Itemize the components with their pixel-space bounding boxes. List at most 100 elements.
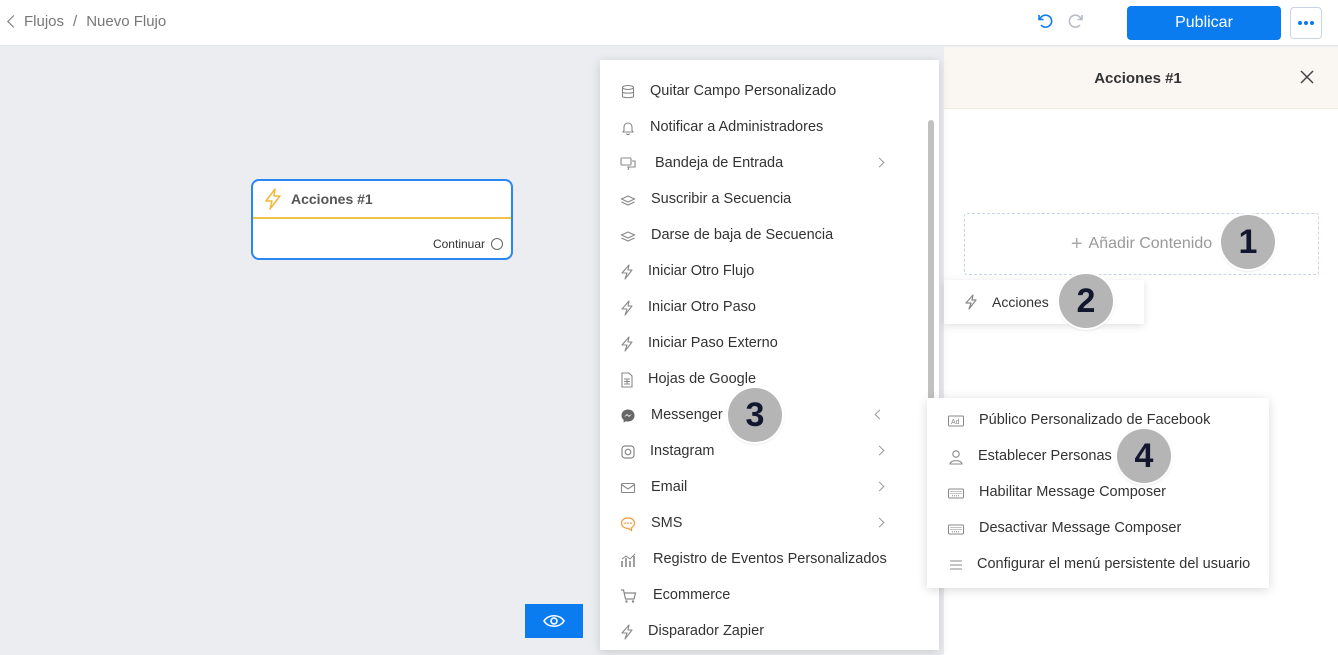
keyboard-icon [947,521,965,537]
database-icon [620,84,636,100]
menu-item-label: Bandeja de Entrada [655,155,784,171]
more-options-button[interactable] [1290,7,1322,39]
annotation-badge-1: 1 [1221,215,1275,269]
node-header: Acciones #1 [253,181,511,219]
submenu-item-menu-persistente[interactable]: Configurar el menú persistente del usuar… [927,547,1269,583]
messenger-icon [620,408,636,424]
breadcrumb-separator: / [73,13,78,30]
node-title: Acciones #1 [291,191,373,207]
breadcrumb: Flujos / Nuevo Flujo [4,13,166,30]
chevron-right-icon [874,157,885,168]
person-icon [947,449,965,465]
menu-item-label: Suscribir a Secuencia [651,191,792,207]
submenu-item-habilitar-composer[interactable]: Habilitar Message Composer [927,475,1269,511]
menu-item-label: Instagram [650,443,715,459]
panel-header: Acciones #1 [944,47,1338,109]
submenu-item-establecer-personas[interactable]: Establecer Personas [927,439,1269,475]
lightning-icon [964,294,978,310]
flow-node-actions[interactable]: Acciones #1 Continuar [251,179,513,260]
menu-item-label: SMS [651,515,683,531]
panel-title: Acciones #1 [1094,70,1182,87]
submenu-item-desactivar-composer[interactable]: Desactivar Message Composer [927,511,1269,547]
menu-item-label: Registro de Eventos Personalizados [653,551,887,567]
instagram-icon [620,444,636,460]
top-bar: Flujos / Nuevo Flujo Publicar [0,0,1338,46]
menu-item-registro-eventos[interactable]: Registro de Eventos Personalizados [600,542,939,578]
menu-item-label: Disparador Zapier [648,623,765,639]
menu-item-label: Quitar Campo Personalizado [650,83,837,99]
breadcrumb-parent[interactable]: Flujos [24,13,64,30]
actions-popup[interactable]: Acciones [944,280,1144,324]
chat-bubbles-icon [620,156,636,172]
publish-button[interactable]: Publicar [1127,6,1281,40]
chevron-right-icon [874,517,885,528]
menu-item-label: Ecommerce [653,587,731,603]
menu-item-ecommerce[interactable]: Ecommerce [600,578,939,614]
sheet-icon [620,372,636,388]
chevron-left-icon [874,409,885,420]
dot [1298,21,1302,25]
menu-item-suscribir[interactable]: Suscribir a Secuencia [600,182,939,218]
submenu-item-publico-facebook[interactable]: Ad Público Personalizado de Facebook [927,403,1269,439]
connector-handle[interactable] [491,238,503,250]
menu-item-instagram[interactable]: Instagram [600,434,939,470]
submenu-item-label: Desactivar Message Composer [979,520,1182,536]
lightning-icon [620,300,636,316]
annotation-badge-2: 2 [1059,274,1113,328]
undo-icon[interactable] [1036,12,1054,30]
add-content-label: Añadir Contenido [1088,235,1213,252]
menu-item-darse-baja[interactable]: Darse de baja de Secuencia [600,218,939,254]
menu-item-label: Iniciar Otro Flujo [648,263,755,279]
ad-icon: Ad [947,413,965,429]
submenu-item-label: Público Personalizado de Facebook [979,412,1211,428]
chart-icon [620,552,636,568]
menu-item-label: Email [651,479,688,495]
annotation-badge-4: 4 [1117,429,1171,483]
actions-menu: Quitar Campo Personalizado Notificar a A… [600,60,939,650]
actions-popup-label: Acciones [992,294,1049,310]
dot [1304,21,1308,25]
submenu-item-label: Habilitar Message Composer [979,484,1166,500]
menu-item-notificar[interactable]: Notificar a Administradores [600,110,939,146]
menu-item-zapier[interactable]: Disparador Zapier [600,614,939,650]
chevron-left-icon[interactable] [7,15,20,28]
menu-lines-icon [947,557,965,573]
menu-item-iniciar-flujo[interactable]: Iniciar Otro Flujo [600,254,939,290]
envelope-icon [620,480,636,496]
cart-icon [620,588,637,604]
layers-icon [620,192,636,208]
lightning-icon [620,336,636,352]
bell-icon [620,120,636,136]
lightning-icon [263,188,283,210]
menu-item-label: Hojas de Google [648,371,757,387]
svg-text:Ad: Ad [951,419,960,426]
menu-item-sms[interactable]: SMS [600,506,939,542]
menu-item-iniciar-paso[interactable]: Iniciar Otro Paso [600,290,939,326]
menu-item-label: Messenger [651,407,723,423]
menu-item-label: Darse de baja de Secuencia [651,227,834,243]
menu-scrollbar[interactable] [928,120,934,400]
menu-item-label: Notificar a Administradores [650,119,824,135]
lightning-icon [620,624,636,640]
menu-item-paso-externo[interactable]: Iniciar Paso Externo [600,326,939,362]
submenu-item-label: Configurar el menú persistente del usuar… [977,556,1251,572]
menu-item-email[interactable]: Email [600,470,939,506]
chevron-right-icon [874,481,885,492]
menu-item-label: Iniciar Paso Externo [648,335,778,351]
keyboard-icon [947,485,965,501]
redo-icon[interactable] [1067,12,1085,30]
plus-icon: + [1070,232,1083,255]
dot [1310,21,1314,25]
lightning-icon [620,264,636,280]
chevron-right-icon [874,445,885,456]
close-icon[interactable] [1299,69,1315,85]
sms-icon [620,516,636,532]
menu-item-bandeja[interactable]: Bandeja de Entrada [600,146,939,182]
eye-icon [543,613,565,629]
node-continue: Continuar [433,237,503,251]
preview-button[interactable] [525,604,583,638]
continue-label: Continuar [432,237,485,251]
breadcrumb-current: Nuevo Flujo [86,13,167,30]
submenu-item-label: Establecer Personas [978,448,1112,464]
menu-item-quitar-campo[interactable]: Quitar Campo Personalizado [600,74,939,110]
